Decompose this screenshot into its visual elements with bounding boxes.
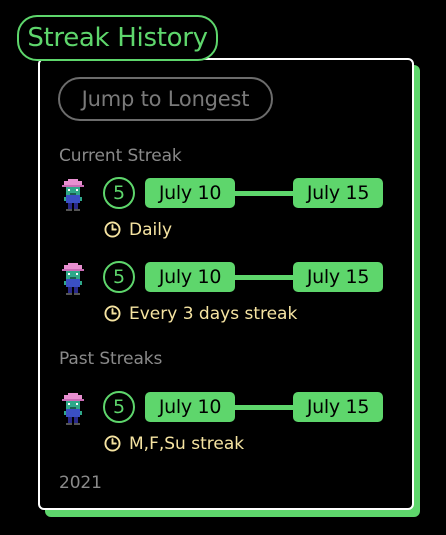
- streak-start-date: July 10: [145, 262, 235, 292]
- current-streak-heading: Current Streak: [59, 146, 182, 166]
- streak-item[interactable]: 5 July 10 July 15 Every 3 days streak: [40, 261, 412, 341]
- past-streaks-heading: Past Streaks: [59, 349, 163, 369]
- streak-item[interactable]: 5 July 10 July 15 M,F,Su streak: [40, 391, 412, 471]
- streak-frequency-label: M,F,Su streak: [129, 434, 245, 454]
- year-heading: 2021: [59, 473, 102, 493]
- streak-end-date: July 15: [293, 392, 383, 422]
- streak-start-date: July 10: [145, 178, 235, 208]
- streak-frequency: M,F,Su streak: [104, 433, 244, 455]
- jump-to-longest-button[interactable]: Jump to Longest: [58, 77, 273, 121]
- streak-start-date: July 10: [145, 392, 235, 422]
- streak-count-badge: 5: [103, 261, 135, 293]
- streak-connector: [230, 275, 300, 280]
- streak-connector: [230, 191, 300, 196]
- clock-icon: [104, 435, 121, 452]
- streak-frequency-label: Every 3 days streak: [129, 304, 298, 324]
- clock-icon: [104, 221, 121, 238]
- streak-connector: [230, 405, 300, 410]
- avatar-icon: [62, 393, 84, 425]
- streak-count-badge: 5: [103, 391, 135, 423]
- avatar-icon: [62, 179, 84, 211]
- streak-history-screen: Streak History Jump to Longest Current S…: [0, 0, 446, 535]
- streak-end-date: July 15: [293, 262, 383, 292]
- streak-frequency: Daily: [104, 219, 172, 241]
- clock-icon: [104, 305, 121, 322]
- avatar-icon: [62, 263, 84, 295]
- streak-history-card: Jump to Longest Current Streak 5 July 10…: [38, 58, 414, 510]
- streak-end-date: July 15: [293, 178, 383, 208]
- streak-count-badge: 5: [103, 177, 135, 209]
- streak-frequency: Every 3 days streak: [104, 303, 297, 325]
- streak-frequency-label: Daily: [129, 220, 173, 240]
- page-title: Streak History: [17, 15, 218, 61]
- streak-item[interactable]: 5 July 10 July 15 Daily: [40, 177, 412, 257]
